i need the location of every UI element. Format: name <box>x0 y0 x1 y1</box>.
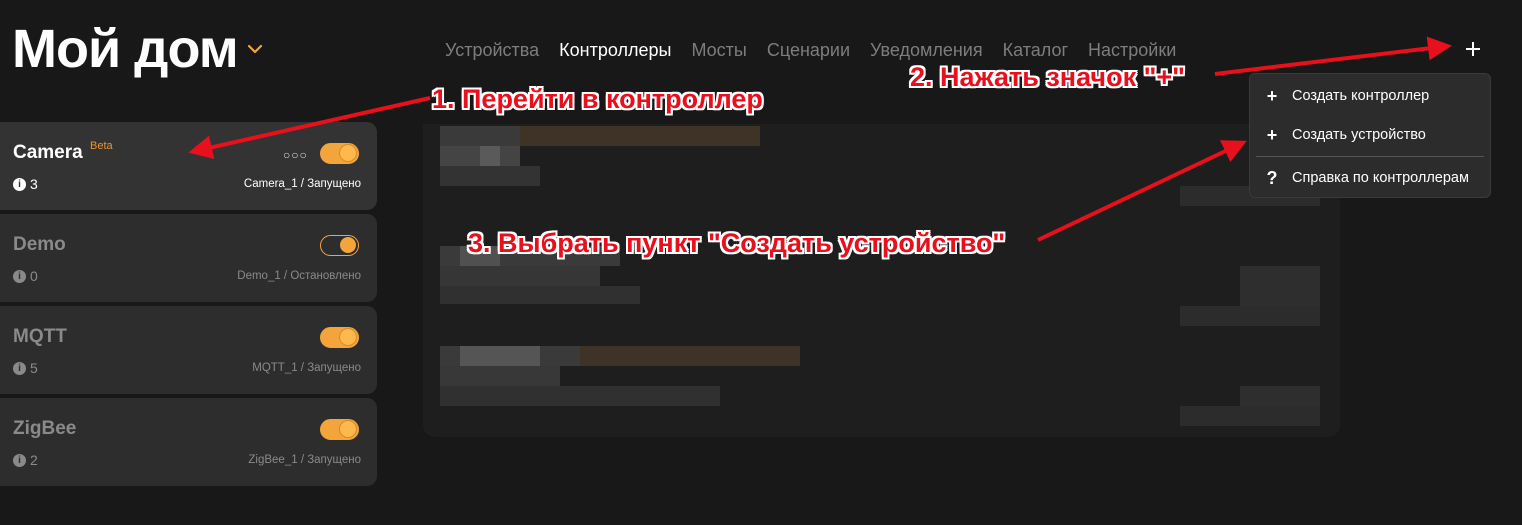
beta-badge: Beta <box>90 140 113 152</box>
nav-item-catalog[interactable]: Каталог <box>1003 40 1068 61</box>
controller-toggle[interactable] <box>320 235 359 256</box>
controller-toggle[interactable] <box>320 327 359 348</box>
controller-card-demo[interactable]: Demo i 0 Demo_1 / Остановлено <box>0 214 377 302</box>
annotation-step2: 2. Нажать значок "+" <box>910 62 1185 92</box>
plus-icon: + <box>1266 85 1278 106</box>
info-icon: i <box>13 361 26 375</box>
nav-item-bridges[interactable]: Мосты <box>691 40 746 61</box>
controller-status: Camera_1 / Запущено <box>243 178 361 190</box>
add-menu-dropdown: + Создать контроллер + Создать устройств… <box>1249 73 1491 198</box>
menu-item-create-controller[interactable]: + Создать контроллер <box>1250 78 1490 114</box>
annotation-step1: 1. Перейти в контроллер <box>432 84 763 114</box>
controller-name: Demo <box>13 234 66 255</box>
nav-item-controllers[interactable]: Контроллеры <box>559 40 671 61</box>
controller-card-camera[interactable]: Camera Beta ○○○ i 3 Camera_1 / Запущено <box>0 122 377 210</box>
plus-icon: + <box>1266 124 1278 145</box>
controller-name: MQTT <box>13 326 67 347</box>
device-count: i 5 <box>13 360 38 376</box>
controller-card-mqtt[interactable]: MQTT i 5 MQTT_1 / Запущено <box>0 306 377 394</box>
device-count: i 3 <box>13 176 38 192</box>
menu-item-controller-help[interactable]: ? Справка по контроллерам <box>1250 160 1490 196</box>
info-icon: i <box>13 269 26 283</box>
controller-status: ZigBee_1 / Запущено <box>248 454 361 466</box>
controller-name: ZigBee <box>13 418 77 439</box>
device-count: i 2 <box>13 452 38 468</box>
nav-item-scenarios[interactable]: Сценарии <box>767 40 850 61</box>
controller-status: Demo_1 / Остановлено <box>237 270 361 282</box>
info-icon: i <box>13 177 26 191</box>
menu-divider <box>1256 156 1484 157</box>
controller-toggle[interactable] <box>320 143 359 164</box>
controller-status: MQTT_1 / Запущено <box>252 362 361 374</box>
more-dots-icon[interactable]: ○○○ <box>283 148 308 162</box>
controller-list: Camera Beta ○○○ i 3 Camera_1 / Запущено … <box>0 122 377 490</box>
controller-toggle[interactable] <box>320 419 359 440</box>
help-icon: ? <box>1266 167 1278 188</box>
menu-item-create-device[interactable]: + Создать устройство <box>1250 117 1490 153</box>
page-title: Мой дом <box>12 19 239 79</box>
controller-details-blurred <box>423 124 1340 437</box>
info-icon: i <box>13 453 26 467</box>
nav-item-notifications[interactable]: Уведомления <box>870 40 983 61</box>
chevron-down-icon[interactable] <box>246 40 264 58</box>
plus-icon[interactable] <box>1462 38 1484 60</box>
main-nav: Устройства Контроллеры Мосты Сценарии Ув… <box>445 40 1196 61</box>
nav-item-settings[interactable]: Настройки <box>1088 40 1176 61</box>
annotation-step3: 3. Выбрать пункт "Создать устройство" <box>468 228 1006 258</box>
controller-card-zigbee[interactable]: ZigBee i 2 ZigBee_1 / Запущено <box>0 398 377 486</box>
arrow-step2 <box>1214 36 1452 76</box>
nav-item-devices[interactable]: Устройства <box>445 40 539 61</box>
device-count: i 0 <box>13 268 38 284</box>
controller-name: Camera <box>13 142 83 163</box>
